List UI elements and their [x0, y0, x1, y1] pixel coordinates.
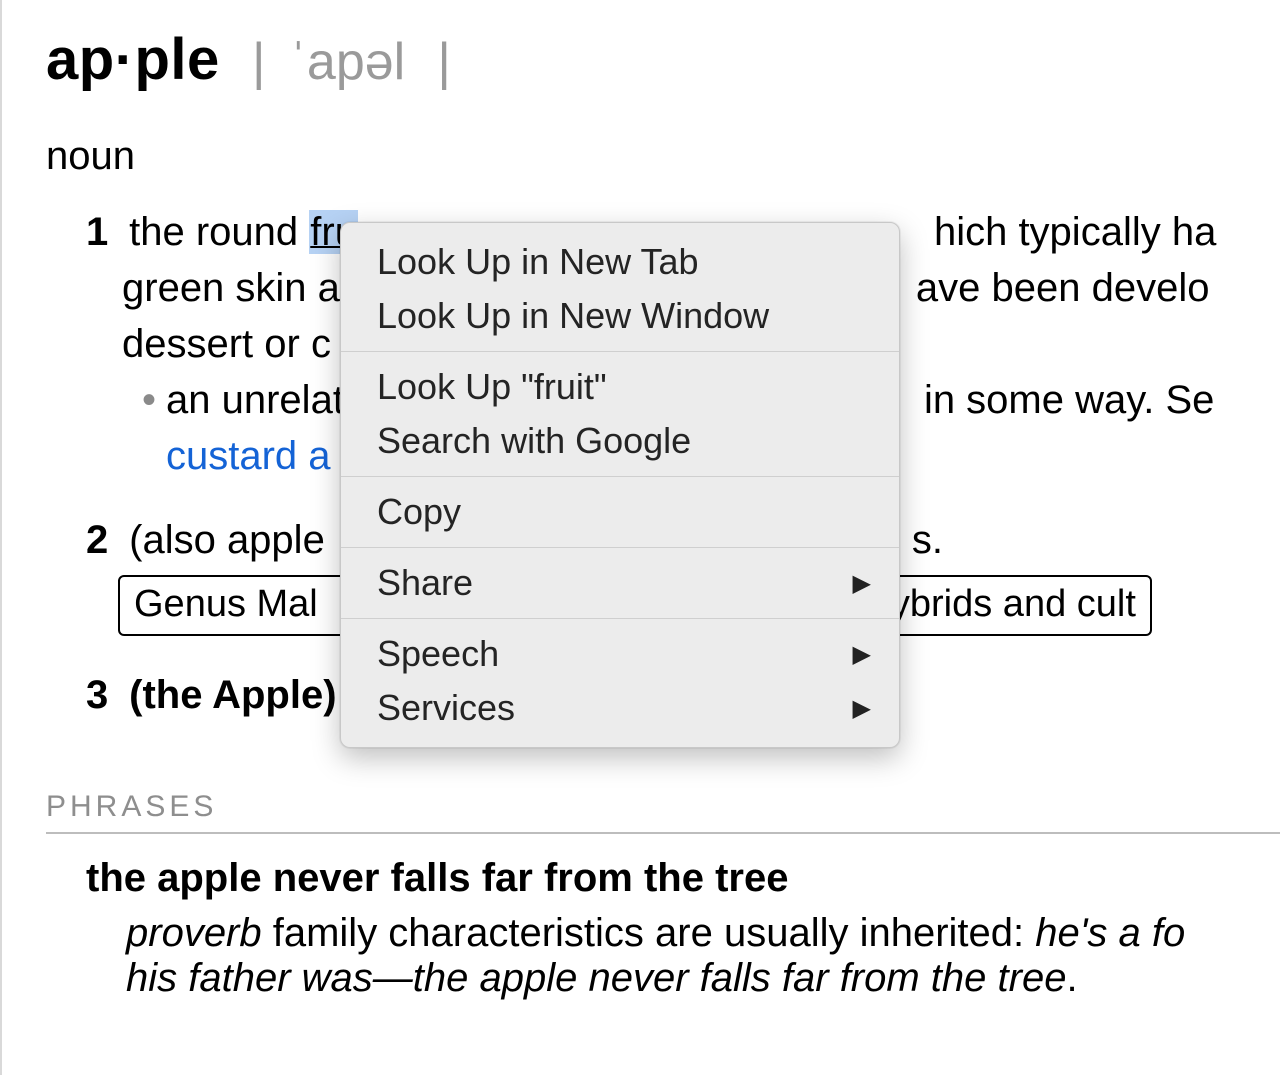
phrase-body-b: he's a fo: [1035, 911, 1185, 955]
ctx-separator: [341, 547, 899, 548]
def1-line2a: green skin a: [122, 266, 340, 310]
bullet-icon: •: [142, 378, 156, 422]
ctx-label: Look Up "fruit": [377, 366, 607, 408]
ctx-label: Speech: [377, 633, 499, 675]
ctx-search-google[interactable]: Search with Google: [341, 414, 899, 468]
phrase-label: proverb: [126, 911, 262, 955]
ctx-group-1: Look Up in New Tab Look Up in New Window: [341, 231, 899, 347]
ctx-group-2: Look Up "fruit" Search with Google: [341, 356, 899, 472]
def1-line3: dessert or c: [122, 322, 331, 366]
ctx-label: Services: [377, 687, 515, 729]
ctx-group-5: Speech ▶ Services ▶: [341, 623, 899, 739]
ctx-group-3: Copy: [341, 481, 899, 543]
ctx-separator: [341, 476, 899, 477]
headword: ap·ple: [46, 27, 220, 92]
def2-text-a: (also apple: [129, 518, 336, 562]
phrase-1-body: proverb family characteristics are usual…: [126, 911, 1280, 956]
context-menu: Look Up in New Tab Look Up in New Window…: [340, 222, 900, 748]
ctx-services[interactable]: Services ▶: [341, 681, 899, 735]
phrase-body-a: family characteristics are usually inher…: [262, 911, 1036, 955]
def1-line2b: ave been develo: [916, 266, 1210, 310]
def3-sense: (the Apple): [129, 673, 336, 717]
pron-bar-right: |: [437, 33, 451, 91]
phrase-1-body-line2: his father was—the apple never falls far…: [126, 956, 1280, 1001]
def1-text-a: the round: [129, 210, 309, 254]
def1-sub-b: in some way. Se: [924, 378, 1215, 422]
phrase-1-title: the apple never falls far from the tree: [86, 856, 1280, 901]
ctx-label: Share: [377, 562, 473, 604]
ctx-separator: [341, 618, 899, 619]
submenu-arrow-icon: ▶: [853, 569, 871, 598]
def1-sub-a: an unrelat: [166, 378, 344, 422]
ctx-lookup-new-window[interactable]: Look Up in New Window: [341, 289, 899, 343]
ctx-copy[interactable]: Copy: [341, 485, 899, 539]
ctx-label: Look Up in New Tab: [377, 241, 699, 283]
ctx-speech[interactable]: Speech ▶: [341, 627, 899, 681]
phrase-period: .: [1066, 956, 1077, 1000]
submenu-arrow-icon: ▶: [853, 640, 871, 669]
part-of-speech: noun: [46, 134, 1280, 179]
def2-text-b: s.: [912, 518, 943, 562]
submenu-arrow-icon: ▶: [853, 694, 871, 723]
ctx-label: Copy: [377, 491, 461, 533]
ctx-group-4: Share ▶: [341, 552, 899, 614]
phrases-header: PHRASES: [46, 790, 1280, 834]
pron-bar-left: |: [252, 33, 266, 91]
headword-line: ap·ple | ˈapəl |: [46, 28, 1280, 92]
custard-apple-link[interactable]: custard a: [166, 434, 331, 478]
ctx-share[interactable]: Share ▶: [341, 556, 899, 610]
genus-a: Genus Mal: [134, 583, 318, 625]
def1-text-c: hich typically ha: [934, 210, 1216, 254]
def-num-1: 1: [86, 207, 118, 257]
ctx-label: Look Up in New Window: [377, 295, 769, 337]
genus-b: hybrids and cult: [870, 583, 1136, 625]
ctx-lookup-new-tab[interactable]: Look Up in New Tab: [341, 235, 899, 289]
def-num-2: 2: [86, 515, 118, 565]
def-num-3: 3: [86, 670, 118, 720]
ctx-label: Search with Google: [377, 420, 691, 462]
ctx-lookup-word[interactable]: Look Up "fruit": [341, 360, 899, 414]
dictionary-entry-page: ap·ple | ˈapəl | noun 1 the round fruhic…: [0, 0, 1280, 1075]
ctx-separator: [341, 351, 899, 352]
phrase-body-c: his father was—the apple never falls far…: [126, 956, 1066, 1000]
pronunciation: ˈapəl: [290, 33, 406, 91]
